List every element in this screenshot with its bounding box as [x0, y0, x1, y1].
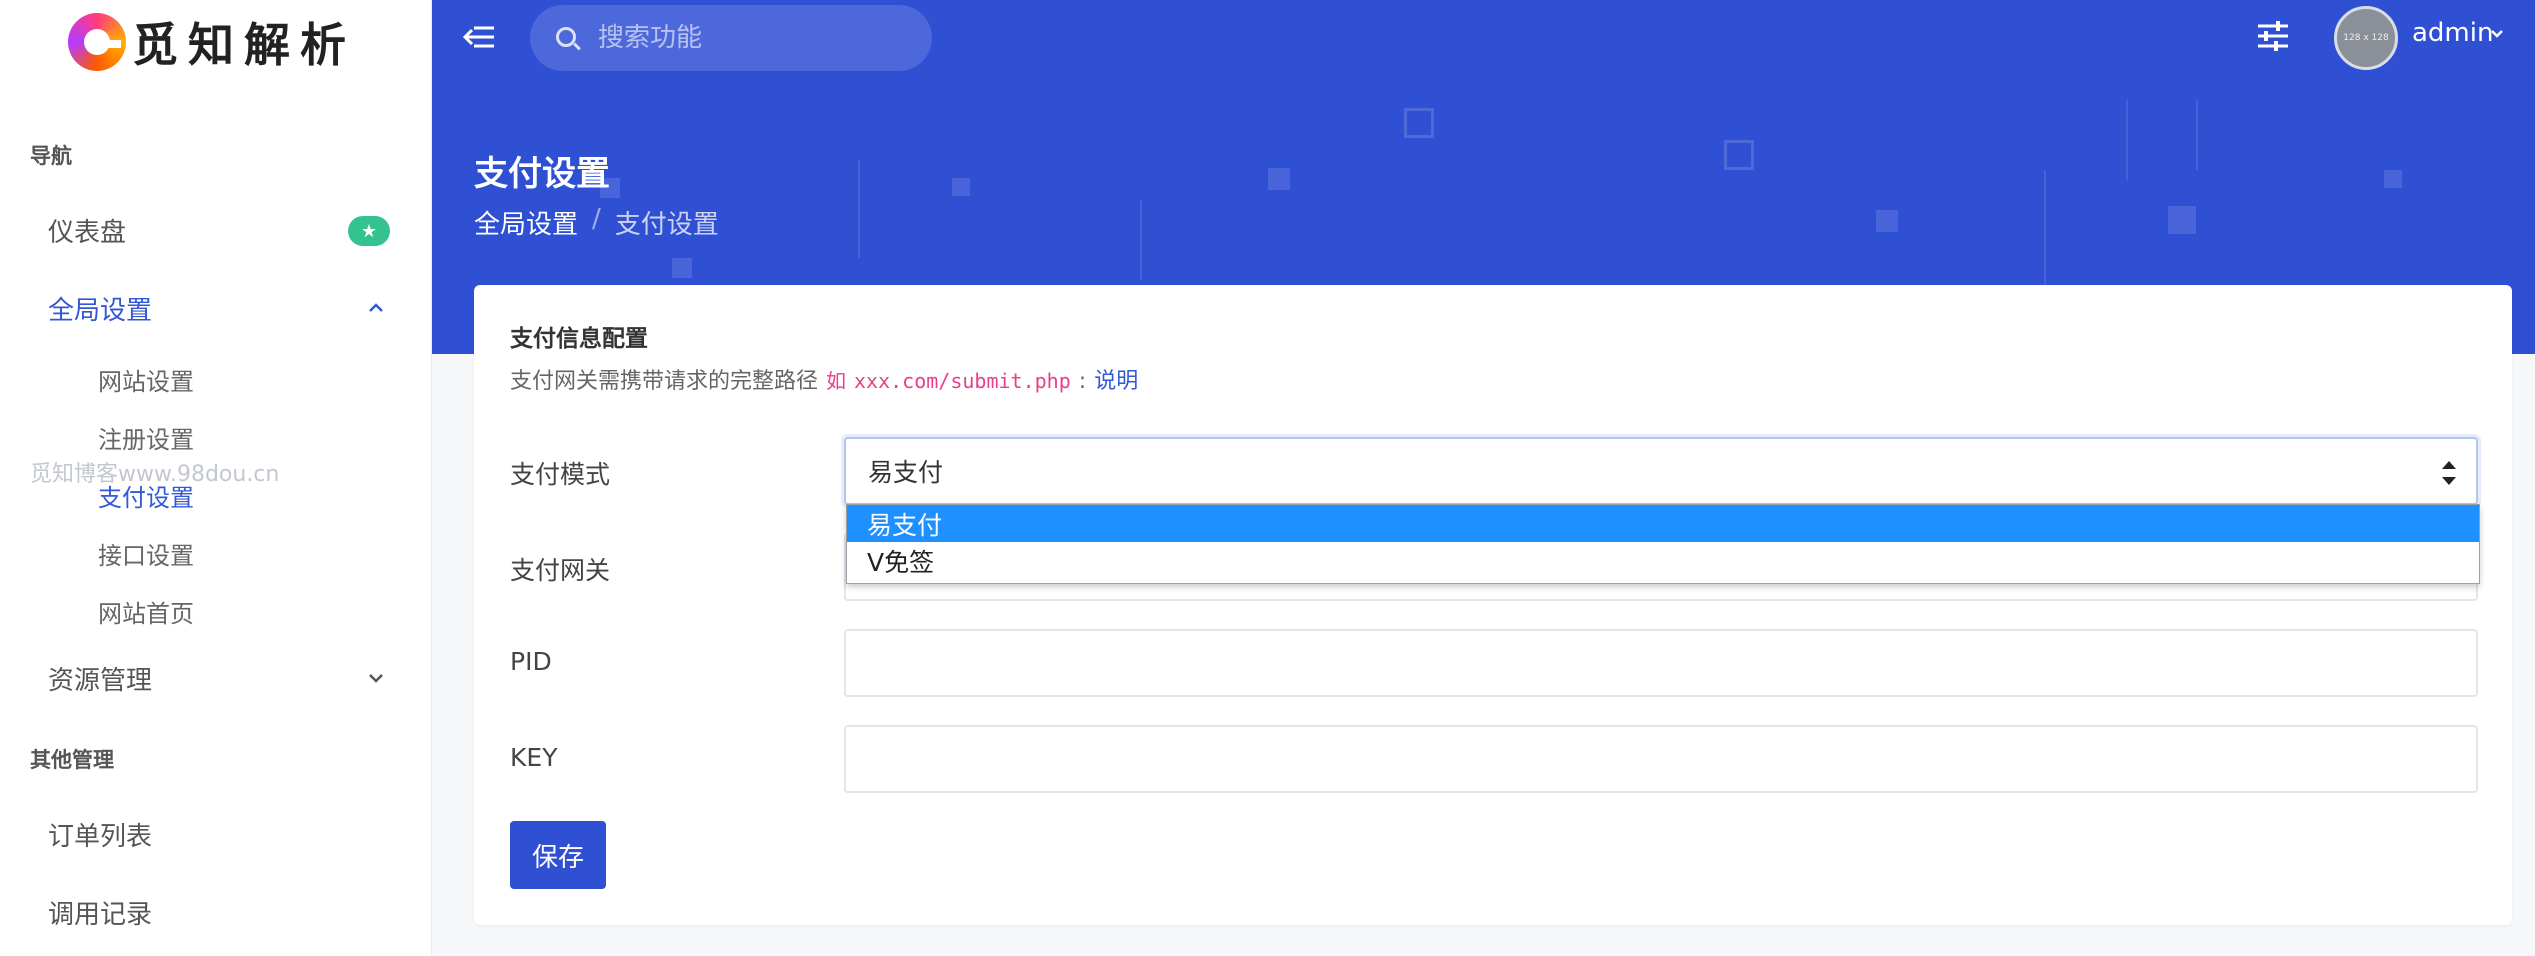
payment-mode-select[interactable]: 易支付	[844, 437, 2478, 505]
pid-input[interactable]	[844, 629, 2478, 697]
breadcrumb-item-current: 支付设置	[614, 210, 719, 240]
sidebar-subitem-site-settings[interactable]: 网站设置	[98, 362, 194, 397]
nav-heading-other: 其他管理	[30, 748, 114, 772]
breadcrumb-separator: /	[592, 204, 601, 234]
decor-square	[672, 258, 692, 278]
sliders-icon[interactable]	[2256, 20, 2290, 52]
search-input[interactable]	[598, 19, 908, 57]
decor-line	[2126, 100, 2128, 180]
select-arrows-icon	[2442, 461, 2456, 485]
payment-mode-label: 支付模式	[510, 460, 611, 489]
decor-outline-square	[1404, 108, 1434, 138]
logo-g-icon	[68, 13, 126, 71]
example-prefix: 如	[826, 369, 847, 393]
decor-line	[2196, 100, 2198, 170]
sidebar-item-resource-management[interactable]: 资源管理	[48, 660, 152, 697]
payment-gateway-label: 支付网关	[510, 556, 611, 585]
payment-mode-dropdown: 易支付 V免签	[846, 504, 2480, 584]
description-colon: :	[1078, 369, 1087, 394]
decor-outline-square	[1724, 140, 1754, 170]
key-label: KEY	[510, 743, 558, 772]
decor-line	[2044, 170, 2046, 290]
user-name[interactable]: admin	[2412, 18, 2493, 48]
sidebar-item-orders[interactable]: 订单列表	[48, 816, 152, 853]
logo-text: 觅知解析	[132, 18, 356, 72]
breadcrumb: 全局设置 / 支付设置	[474, 204, 719, 241]
decor-square	[2384, 170, 2402, 188]
chevron-up-icon[interactable]	[366, 298, 386, 318]
decor-square	[952, 178, 970, 196]
search-icon	[556, 27, 576, 47]
menu-collapse-icon[interactable]	[462, 22, 496, 52]
sidebar-subitem-payment-settings[interactable]: 支付设置	[98, 478, 194, 513]
chevron-down-icon[interactable]	[366, 668, 386, 688]
dropdown-option-vmianqian[interactable]: V免签	[847, 542, 2479, 579]
breadcrumb-item-global-settings[interactable]: 全局设置	[474, 204, 578, 241]
card-description: 支付网关需携带请求的完整路径 如 xxx.com/submit.php : 说明	[510, 363, 1138, 395]
card-title: 支付信息配置	[510, 326, 648, 352]
pid-label: PID	[510, 647, 552, 676]
save-button[interactable]: 保存	[510, 821, 606, 889]
chevron-down-icon[interactable]	[2490, 24, 2504, 43]
payment-mode-value: 易支付	[868, 458, 944, 487]
sidebar: 觅知解析 导航 仪表盘 ★ 全局设置 网站设置 注册设置 觅知博客www.98d…	[0, 0, 432, 956]
sidebar-subitem-register-settings[interactable]: 注册设置	[98, 420, 194, 455]
example-code: xxx.com/submit.php	[854, 369, 1071, 393]
decor-square	[1268, 168, 1290, 190]
nav-heading-navigation: 导航	[30, 144, 72, 168]
star-badge-icon: ★	[348, 216, 390, 246]
sidebar-item-global-settings[interactable]: 全局设置	[48, 290, 152, 327]
decor-square	[2168, 206, 2196, 234]
sidebar-subitem-api-settings[interactable]: 接口设置	[98, 536, 194, 571]
description-text: 支付网关需携带请求的完整路径	[510, 369, 819, 394]
decor-line	[858, 160, 860, 258]
sidebar-subitem-homepage[interactable]: 网站首页	[98, 594, 194, 629]
sidebar-item-dashboard[interactable]: 仪表盘	[48, 212, 126, 249]
decor-line	[1140, 200, 1142, 280]
search-box	[530, 5, 932, 71]
sidebar-item-call-logs[interactable]: 调用记录	[48, 894, 152, 931]
help-link[interactable]: 说明	[1094, 363, 1138, 395]
page-title: 支付设置	[474, 154, 610, 194]
key-input[interactable]	[844, 725, 2478, 793]
brand-logo[interactable]: 觅知解析	[68, 12, 356, 72]
payment-config-card: 支付信息配置 支付网关需携带请求的完整路径 如 xxx.com/submit.p…	[474, 285, 2512, 925]
avatar[interactable]: 128 x 128	[2334, 6, 2398, 70]
dropdown-option-yizhifu[interactable]: 易支付	[847, 505, 2479, 542]
decor-square	[1876, 210, 1898, 232]
